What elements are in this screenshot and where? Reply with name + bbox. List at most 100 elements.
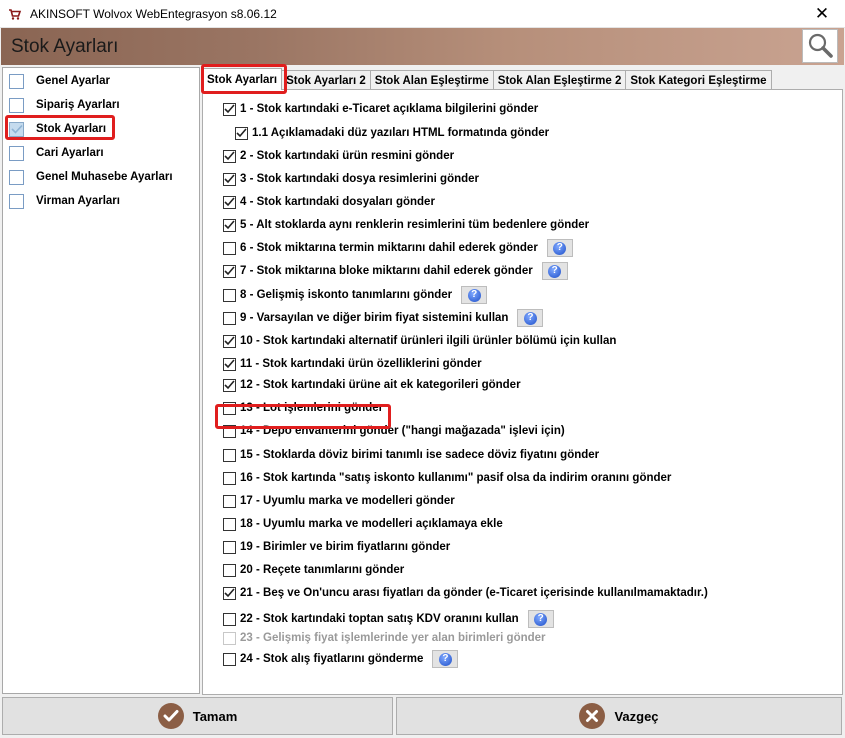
option-row-7: 6 - Stok miktarına termin miktarını dahi…	[223, 239, 573, 257]
option-row-11: 10 - Stok kartındaki alternatif ürünleri…	[223, 332, 616, 350]
option-label[interactable]: 14 - Depo envanterini gönder ("hangi mağ…	[240, 425, 565, 437]
option-label[interactable]: 9 - Varsayılan ve diğer birim fiyat sist…	[240, 312, 508, 324]
option-label[interactable]: 1.1 Açıklamadaki düz yazıları HTML forma…	[252, 127, 549, 139]
option-row-23: 22 - Stok kartındaki toptan satış KDV or…	[223, 610, 554, 628]
option-checkbox[interactable]	[223, 288, 236, 302]
app-logo-icon	[6, 6, 22, 22]
option-label[interactable]: 8 - Gelişmiş iskonto tanımlarını gönder	[240, 289, 452, 301]
window-title: AKINSOFT Wolvox WebEntegrasyon s8.06.12	[30, 6, 277, 21]
sidebar-item-stok-ayarlari[interactable]: Stok Ayarları	[9, 119, 106, 139]
option-label[interactable]: 7 - Stok miktarına bloke miktarını dahil…	[240, 265, 533, 277]
option-label[interactable]: 19 - Birimler ve birim fiyatlarını gönde…	[240, 541, 450, 553]
option-label[interactable]: 15 - Stoklarda döviz birimi tanımlı ise …	[240, 449, 599, 461]
option-label[interactable]: 17 - Uyumlu marka ve modelleri gönder	[240, 495, 455, 507]
option-label[interactable]: 2 - Stok kartındaki ürün resmini gönder	[240, 150, 454, 162]
option-checkbox[interactable]	[223, 494, 236, 508]
sidebar-item-genel-muhasebe-ayarlari[interactable]: Genel Muhasebe Ayarları	[9, 167, 173, 187]
help-button[interactable]: ?	[527, 610, 554, 628]
option-label[interactable]: 10 - Stok kartındaki alternatif ürünleri…	[240, 335, 616, 347]
sidebar-item-label: Genel Ayarlar	[36, 75, 110, 87]
option-checkbox[interactable]	[223, 357, 236, 371]
tab-stok-alan-eslestirme[interactable]: Stok Alan Eşleştirme	[369, 70, 494, 90]
option-label[interactable]: 21 - Beş ve On'uncu arası fiyatları da g…	[240, 587, 708, 599]
tab-stok-alan-eslestirme-2[interactable]: Stok Alan Eşleştirme 2	[492, 70, 627, 90]
option-checkbox[interactable]	[223, 448, 236, 462]
option-label[interactable]: 4 - Stok kartındaki dosyaları gönder	[240, 196, 435, 208]
help-button[interactable]: ?	[461, 286, 488, 304]
option-row-15: 14 - Depo envanterini gönder ("hangi mağ…	[223, 422, 565, 440]
option-checkbox[interactable]	[223, 149, 236, 163]
option-checkbox[interactable]	[223, 311, 236, 325]
help-button[interactable]: ?	[432, 650, 459, 668]
sidebar-checkbox[interactable]	[9, 97, 24, 113]
option-checkbox[interactable]	[223, 424, 236, 438]
option-label[interactable]: 6 - Stok miktarına termin miktarını dahi…	[240, 242, 538, 254]
option-label[interactable]: 13 - Lot işlemlerini gönder	[240, 402, 383, 414]
option-label[interactable]: 11 - Stok kartındaki ürün özelliklerini …	[240, 358, 482, 370]
option-row-18: 17 - Uyumlu marka ve modelleri gönder	[223, 492, 455, 510]
option-row-4: 3 - Stok kartındaki dosya resimlerini gö…	[223, 170, 479, 188]
title-bar: AKINSOFT Wolvox WebEntegrasyon s8.06.12 …	[0, 0, 845, 28]
option-label[interactable]: 24 - Stok alış fiyatlarını gönderme	[240, 653, 423, 665]
option-label: 23 - Gelişmiş fiyat işlemlerinde yer ala…	[240, 632, 546, 644]
sidebar-checkbox[interactable]	[9, 169, 24, 185]
sidebar-checkbox[interactable]	[9, 145, 24, 161]
help-button[interactable]: ?	[546, 239, 573, 257]
option-label[interactable]: 12 - Stok kartındaki ürüne ait ek katego…	[240, 379, 521, 391]
checkmark-icon	[10, 124, 23, 134]
sidebar-checkbox[interactable]	[9, 73, 24, 89]
option-row-6: 5 - Alt stoklarda aynı renklerin resimle…	[223, 216, 589, 234]
option-checkbox[interactable]	[223, 517, 236, 531]
option-label[interactable]: 1 - Stok kartındaki e-Ticaret açıklama b…	[240, 103, 538, 115]
search-icon	[806, 31, 834, 62]
sidebar-item-cari-ayarlari[interactable]: Cari Ayarları	[9, 143, 104, 163]
window-close-button[interactable]: ✕	[799, 0, 845, 28]
option-row-8: 7 - Stok miktarına bloke miktarını dahil…	[223, 262, 568, 280]
option-checkbox[interactable]	[223, 334, 236, 348]
help-icon: ?	[467, 288, 481, 302]
sidebar-checkbox[interactable]	[9, 121, 24, 137]
sidebar-item-virman-ayarlari[interactable]: Virman Ayarları	[9, 191, 120, 211]
option-checkbox[interactable]	[223, 218, 236, 232]
help-button[interactable]: ?	[517, 309, 544, 327]
sidebar-item-siparis-ayarlari[interactable]: Sipariş Ayarları	[9, 95, 120, 115]
option-row-2: 1.1 Açıklamadaki düz yazıları HTML forma…	[235, 124, 549, 142]
cancel-x-icon	[579, 703, 606, 729]
tab-stok-kategori-eslestirme[interactable]: Stok Kategori Eşleştirme	[625, 70, 772, 90]
option-checkbox[interactable]	[235, 126, 248, 140]
option-label[interactable]: 20 - Reçete tanımlarını gönder	[240, 564, 404, 576]
option-label[interactable]: 18 - Uyumlu marka ve modelleri açıklamay…	[240, 518, 503, 530]
option-checkbox[interactable]	[223, 102, 236, 116]
tab-stok-ayarlari[interactable]: Stok Ayarları	[202, 68, 283, 90]
check-icon	[157, 703, 184, 729]
cancel-button[interactable]: Vazgeç	[396, 697, 842, 735]
option-checkbox[interactable]	[223, 172, 236, 186]
option-checkbox[interactable]	[223, 612, 236, 626]
tab-stok-ayarlari-2[interactable]: Stok Ayarları 2	[281, 70, 371, 90]
option-checkbox[interactable]	[223, 586, 236, 600]
option-label[interactable]: 16 - Stok kartında "satış iskonto kullan…	[240, 472, 671, 484]
sidebar-checkbox[interactable]	[9, 193, 24, 209]
option-checkbox[interactable]	[223, 195, 236, 209]
option-checkbox	[223, 631, 236, 645]
sidebar-item-label: Cari Ayarları	[36, 147, 104, 159]
option-checkbox[interactable]	[223, 471, 236, 485]
help-button[interactable]: ?	[541, 262, 568, 280]
ok-button[interactable]: Tamam	[2, 697, 393, 735]
option-label[interactable]: 3 - Stok kartındaki dosya resimlerini gö…	[240, 173, 479, 185]
option-checkbox[interactable]	[223, 241, 236, 255]
option-checkbox[interactable]	[223, 540, 236, 554]
sidebar-item-label: Stok Ayarları	[36, 123, 107, 135]
option-checkbox[interactable]	[223, 378, 236, 392]
option-checkbox[interactable]	[223, 401, 236, 415]
search-button[interactable]	[802, 29, 838, 63]
help-icon: ?	[523, 311, 537, 325]
option-row-19: 18 - Uyumlu marka ve modelleri açıklamay…	[223, 515, 503, 533]
option-label[interactable]: 22 - Stok kartındaki toptan satış KDV or…	[240, 613, 519, 625]
option-checkbox[interactable]	[223, 652, 236, 666]
option-checkbox[interactable]	[223, 563, 236, 577]
help-icon: ?	[534, 612, 548, 626]
option-checkbox[interactable]	[223, 264, 236, 278]
option-label[interactable]: 5 - Alt stoklarda aynı renklerin resimle…	[240, 219, 589, 231]
sidebar-item-genel-ayarlar[interactable]: Genel Ayarlar	[9, 71, 110, 91]
